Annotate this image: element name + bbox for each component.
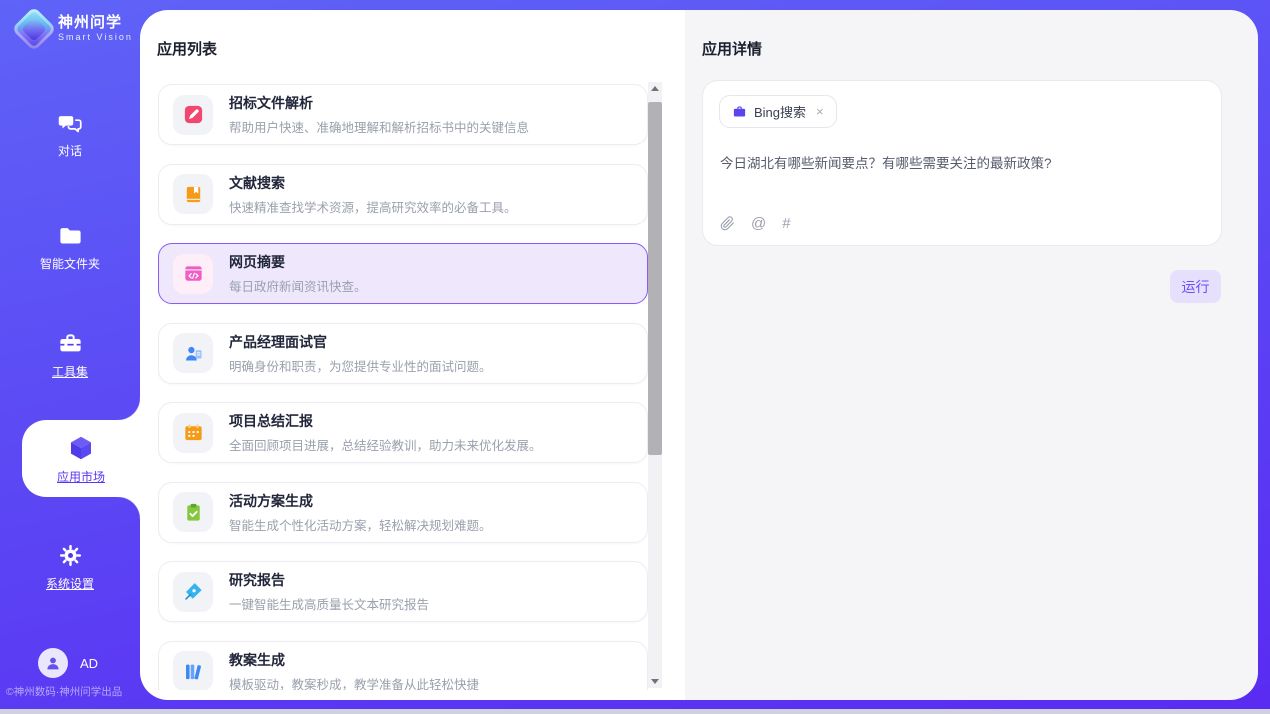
app-card[interactable]: 文献搜索 快速精准查找学术资源，提高研究效率的必备工具。 [158, 164, 648, 225]
web-summary-icon [173, 254, 213, 294]
interviewer-icon [173, 333, 213, 373]
tool-chip-bing-search[interactable]: Bing搜索 × [719, 95, 837, 128]
composer-toolbar: @ # [720, 215, 791, 232]
sidebar-item-smart-folder[interactable]: 智能文件夹 [0, 222, 140, 272]
tool-chip-label: Bing搜索 [754, 102, 806, 121]
sidebar-item-app-market[interactable]: 应用市场 [22, 420, 140, 497]
sidebar-item-settings[interactable]: 系统设置 [0, 542, 140, 592]
sidebar-item-label: 对话 [58, 142, 82, 159]
app-card-title: 招标文件解析 [229, 93, 529, 113]
app-market-cube-icon [66, 433, 96, 463]
app-detail-panel: 应用详情 Bing搜索 × 今日湖北有哪些新闻要点？有哪些需要关注的最新政策? … [685, 10, 1258, 700]
main-content: 应用列表 招标文件解析 帮助用户快速、准确地理解和解析招标书中的关键信息 文献搜… [140, 10, 1258, 700]
attachment-paperclip-icon[interactable] [720, 216, 735, 231]
smart-folder-icon [57, 222, 84, 249]
chip-close-icon[interactable]: × [816, 104, 824, 119]
brand-name: 神州问学 [58, 15, 133, 32]
user-initials: AD [80, 656, 98, 671]
app-card-description: 一键智能生成高质量长文本研究报告 [229, 594, 429, 613]
mention-at-icon[interactable]: @ [751, 215, 766, 232]
app-card-description: 每日政府新闻资讯快查。 [229, 276, 367, 295]
toolbox-icon [57, 330, 84, 357]
app-card[interactable]: 招标文件解析 帮助用户快速、准确地理解和解析招标书中的关键信息 [158, 84, 648, 145]
query-text[interactable]: 今日湖北有哪些新闻要点？有哪些需要关注的最新政策? [720, 152, 1200, 172]
settings-gear-icon [57, 542, 84, 569]
app-card[interactable]: 活动方案生成 智能生成个性化活动方案，轻松解决规划难题。 [158, 482, 648, 543]
sidebar-item-toolbox[interactable]: 工具集 [0, 330, 140, 380]
app-card[interactable]: 教案生成 模板驱动，教案秒成，教学准备从此轻松快捷 [158, 641, 648, 691]
sidebar: 神州问学 Smart Vision 对话 智能文件夹 工具集 [0, 0, 140, 714]
app-card-title: 网页摘要 [229, 252, 367, 272]
activity-clipboard-icon [173, 492, 213, 532]
app-card-description: 模板驱动，教案秒成，教学准备从此轻松快捷 [229, 674, 479, 691]
scroll-up-button[interactable] [648, 82, 662, 95]
app-card[interactable]: 项目总结汇报 全面回顾项目进展，总结经验教训，助力未来优化发展。 [158, 402, 648, 463]
user-account[interactable]: AD [38, 648, 98, 678]
copyright-footer: ©神州数码·神州问学出品 [6, 684, 140, 699]
app-card[interactable]: 产品经理面试官 明确身份和职责，为您提供专业性的面试问题。 [158, 323, 648, 384]
chat-icon [57, 110, 83, 136]
research-pen-icon [173, 572, 213, 612]
app-detail-title: 应用详情 [702, 38, 762, 59]
app-card-title: 项目总结汇报 [229, 411, 542, 431]
project-calendar-icon [173, 413, 213, 453]
hashtag-icon[interactable]: # [782, 215, 790, 232]
sidebar-item-label: 工具集 [52, 363, 88, 380]
app-card-list: 招标文件解析 帮助用户快速、准确地理解和解析招标书中的关键信息 文献搜索 快速精… [158, 84, 648, 690]
run-button[interactable]: 运行 [1170, 270, 1221, 303]
app-card[interactable]: 网页摘要 每日政府新闻资讯快查。 [158, 243, 648, 304]
app-card-title: 研究报告 [229, 570, 429, 590]
prompt-input-card[interactable]: Bing搜索 × 今日湖北有哪些新闻要点？有哪些需要关注的最新政策? @ # [702, 80, 1222, 246]
person-icon [43, 653, 63, 673]
scroll-up-icon [651, 86, 659, 91]
app-list-title: 应用列表 [157, 38, 217, 59]
app-card-description: 快速精准查找学术资源，提高研究效率的必备工具。 [229, 197, 517, 216]
scrollbar[interactable] [648, 82, 662, 688]
app-card-description: 帮助用户快速、准确地理解和解析招标书中的关键信息 [229, 117, 529, 136]
app-card-title: 教案生成 [229, 650, 479, 670]
brand-subtitle: Smart Vision [58, 33, 133, 43]
app-card-description: 智能生成个性化活动方案，轻松解决规划难题。 [229, 515, 492, 534]
app-card-title: 产品经理面试官 [229, 332, 492, 352]
app-card-title: 活动方案生成 [229, 491, 492, 511]
scrollbar-thumb[interactable] [648, 102, 662, 455]
literature-book-icon [173, 174, 213, 214]
app-card-description: 明确身份和职责，为您提供专业性的面试问题。 [229, 356, 492, 375]
briefcase-icon [732, 104, 747, 119]
lesson-books-icon [173, 651, 213, 690]
avatar [38, 648, 68, 678]
sidebar-item-label: 应用市场 [57, 468, 105, 485]
app-card[interactable]: 研究报告 一键智能生成高质量长文本研究报告 [158, 561, 648, 622]
sidebar-item-label: 系统设置 [46, 575, 94, 592]
sidebar-item-chat[interactable]: 对话 [0, 110, 140, 159]
window-bottom-edge [0, 709, 1270, 714]
brand-diamond-icon [11, 6, 56, 51]
scroll-down-icon [651, 679, 659, 684]
sidebar-item-label: 智能文件夹 [40, 255, 100, 272]
brand-logo: 神州问学 Smart Vision [18, 13, 133, 45]
app-list-panel: 应用列表 招标文件解析 帮助用户快速、准确地理解和解析招标书中的关键信息 文献搜… [140, 10, 685, 700]
app-card-description: 全面回顾项目进展，总结经验教训，助力未来优化发展。 [229, 435, 542, 454]
contract-edit-icon [173, 95, 213, 135]
scroll-down-button[interactable] [648, 675, 662, 688]
app-card-title: 文献搜索 [229, 173, 517, 193]
